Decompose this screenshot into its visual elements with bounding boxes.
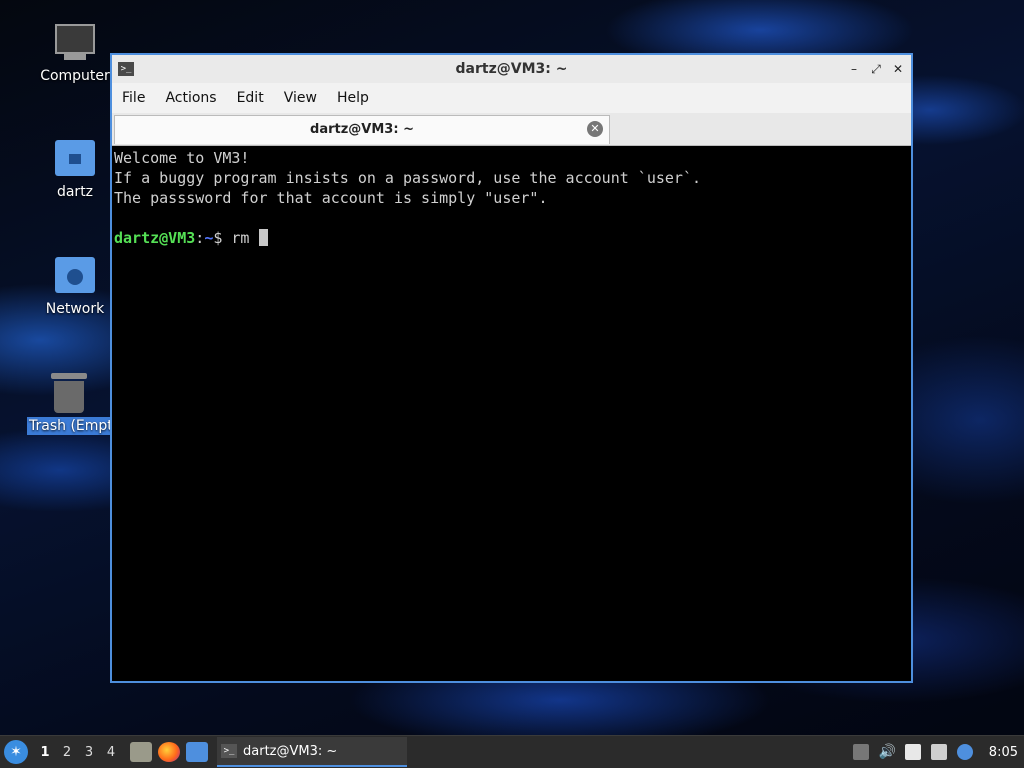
- workspace-4[interactable]: 4: [100, 745, 122, 760]
- clock[interactable]: 8:05: [989, 745, 1018, 760]
- file-manager-icon[interactable]: [130, 742, 152, 762]
- terminal-line: The passsword for that account is simply…: [114, 189, 548, 207]
- volume-icon[interactable]: 🔊: [879, 744, 896, 760]
- desktop-icon-computer[interactable]: Computer: [27, 24, 123, 84]
- system-tray: 🔊 8:05: [852, 744, 1018, 760]
- minimize-icon[interactable]: –: [847, 62, 861, 76]
- desktop-icon-home[interactable]: dartz: [27, 140, 123, 200]
- terminal-window: >_ dartz@VM3: ~ – ⤢ ✕ File Actions Edit …: [110, 53, 913, 683]
- tab-label: dartz@VM3: ~: [310, 122, 414, 137]
- firefox-icon[interactable]: [158, 742, 180, 762]
- workspace-2[interactable]: 2: [56, 745, 78, 760]
- notification-icon[interactable]: [956, 744, 973, 760]
- window-title: dartz@VM3: ~: [455, 61, 568, 77]
- clipboard-icon[interactable]: [904, 744, 921, 760]
- terminal-line: Welcome to VM3!: [114, 149, 250, 167]
- desktop-icon-label: dartz: [56, 184, 94, 200]
- start-menu-icon[interactable]: ✶: [4, 740, 28, 764]
- maximize-icon[interactable]: ⤢: [869, 62, 883, 76]
- prompt-symbol: $: [213, 229, 223, 247]
- taskbar-task-terminal[interactable]: >_ dartz@VM3: ~: [217, 737, 407, 767]
- show-desktop-icon[interactable]: [186, 742, 208, 762]
- network-icon[interactable]: [930, 744, 947, 760]
- menu-bar: File Actions Edit View Help: [112, 83, 911, 113]
- prompt-separator: :: [195, 229, 205, 247]
- workspace-3[interactable]: 3: [78, 745, 100, 760]
- menu-actions[interactable]: Actions: [155, 90, 226, 106]
- terminal-line: If a buggy program insists on a password…: [114, 169, 701, 187]
- network-folder-icon: [54, 257, 96, 297]
- window-titlebar[interactable]: >_ dartz@VM3: ~ – ⤢ ✕: [112, 55, 911, 83]
- terminal-icon: >_: [221, 744, 237, 758]
- terminal-output[interactable]: Welcome to VM3! If a buggy program insist…: [112, 146, 911, 250]
- tab-close-icon[interactable]: ✕: [587, 121, 603, 137]
- home-folder-icon: [54, 140, 96, 180]
- menu-file[interactable]: File: [112, 90, 155, 106]
- text-cursor: [258, 229, 268, 246]
- menu-view[interactable]: View: [274, 90, 327, 106]
- menu-help[interactable]: Help: [327, 90, 379, 106]
- tab-bar: dartz@VM3: ~ ✕: [112, 113, 911, 146]
- prompt-path: ~: [204, 229, 214, 247]
- computer-icon: [54, 24, 96, 64]
- desktop-icon-trash[interactable]: Trash (Empty): [27, 373, 111, 435]
- terminal-prompt-line: dartz@VM3:~$ rm: [114, 228, 909, 248]
- command-input[interactable]: rm: [231, 229, 249, 247]
- menu-edit[interactable]: Edit: [227, 90, 274, 106]
- update-icon[interactable]: [852, 744, 869, 760]
- desktop-icon-label: Trash (Empty): [27, 417, 111, 435]
- desktop-icon-label: Network: [45, 301, 105, 317]
- prompt-user: dartz@VM3: [114, 229, 196, 247]
- trash-icon: [48, 373, 90, 413]
- workspace-1[interactable]: 1: [34, 745, 56, 760]
- desktop-icon-network[interactable]: Network: [27, 257, 123, 317]
- task-label: dartz@VM3: ~: [243, 743, 338, 759]
- desktop-icon-label: Computer: [40, 68, 110, 84]
- tab-terminal[interactable]: dartz@VM3: ~ ✕: [114, 115, 610, 144]
- close-icon[interactable]: ✕: [891, 62, 905, 76]
- taskbar: ✶ 1 2 3 4 >_ dartz@VM3: ~ 🔊 8:05: [0, 735, 1024, 768]
